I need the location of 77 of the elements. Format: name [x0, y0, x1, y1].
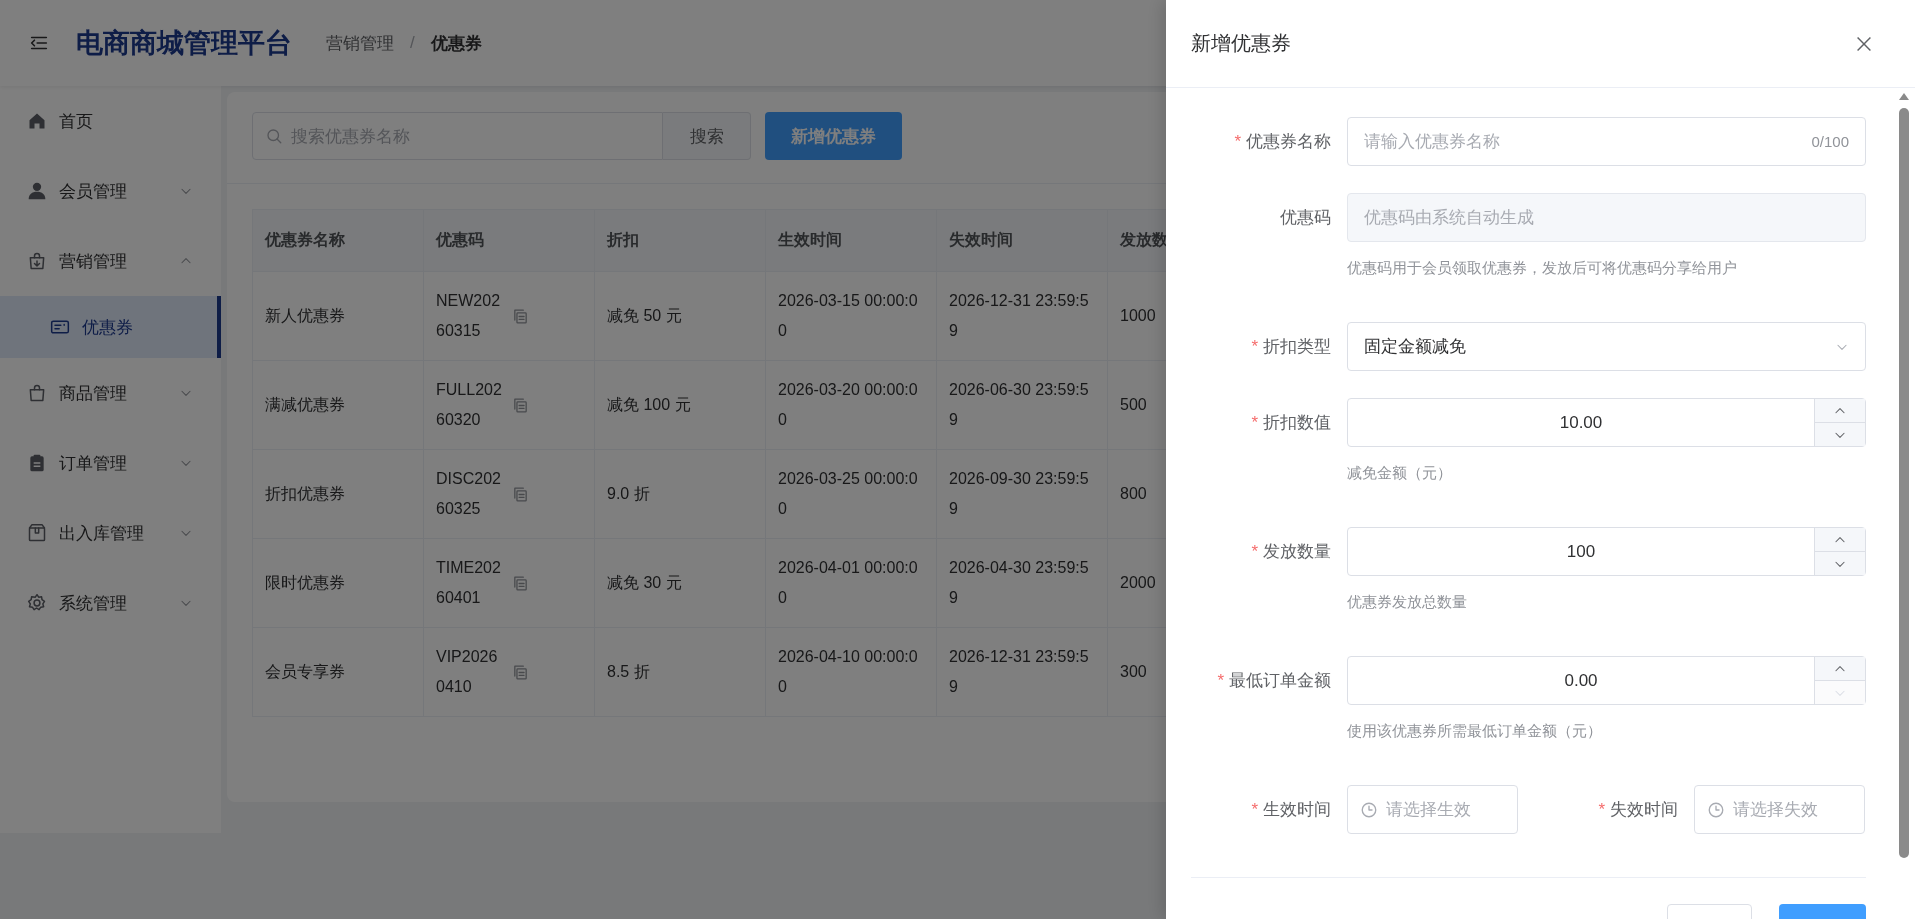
column-header: 折扣	[594, 209, 766, 272]
table-cell: 2026-12-31 23:59:59	[936, 271, 1108, 361]
table-cell: 会员专享券	[252, 627, 424, 717]
copy-icon	[512, 307, 529, 325]
table-cell: 满减优惠券	[252, 360, 424, 450]
table-cell: 8.5 折	[594, 627, 766, 717]
table-cell-text: VIP20260410	[436, 647, 499, 697]
copy-icon	[512, 574, 529, 592]
table-cell: 2026-03-15 00:00:00	[765, 271, 937, 361]
clipboard-icon	[27, 453, 47, 473]
copy-icon	[512, 485, 529, 503]
field-hint: 减免金额（元）	[1347, 463, 1453, 483]
table-cell-text: DISC20260325	[436, 469, 502, 519]
increment-button[interactable]	[1815, 657, 1865, 680]
menu-item[interactable]: 优惠券	[0, 296, 221, 358]
decrement-button[interactable]	[1815, 551, 1865, 575]
bag-icon	[27, 383, 47, 403]
bag-icon	[27, 251, 47, 271]
table-cell: 2026-03-20 00:00:00	[765, 360, 937, 450]
name-input[interactable]: 请输入优惠券名称 0/100	[1347, 117, 1866, 166]
clock-icon	[1707, 800, 1725, 819]
ticket-icon	[50, 317, 70, 337]
table-cell: 减免 100 元	[594, 360, 766, 450]
column-header: 失效时间	[936, 209, 1108, 272]
column-header: 优惠券名称	[252, 209, 424, 272]
table-cell: 9.0 折	[594, 449, 766, 539]
table-cell: 2026-04-10 00:00:00	[765, 627, 937, 717]
field-label: * 生效时间	[1250, 799, 1332, 821]
decrement-button[interactable]	[1815, 422, 1865, 446]
menu-item[interactable]: 订单管理	[0, 428, 221, 498]
table-cell: 2026-12-31 23:59:59	[936, 627, 1108, 717]
increment-button[interactable]	[1815, 528, 1865, 551]
table-cell: 减免 50 元	[594, 271, 766, 361]
table-cell: 折扣优惠券	[252, 449, 424, 539]
search-button[interactable]: 搜索	[663, 112, 751, 160]
column-header: 生效时间	[765, 209, 937, 272]
table-cell: 2026-04-01 00:00:00	[765, 538, 937, 628]
table-cell-text: TIME20260401	[436, 558, 502, 608]
field-label: 优惠码	[1279, 207, 1332, 229]
table-cell: 2026-03-25 00:00:00	[765, 449, 937, 539]
date-picker[interactable]: 请选择失效	[1694, 785, 1865, 834]
app-title: 电商商城管理平台	[76, 27, 292, 60]
drawer-title: 新增优惠券	[1191, 31, 1291, 56]
table-cell: 限时优惠券	[252, 538, 424, 628]
box-icon	[27, 523, 47, 543]
home-icon	[27, 111, 47, 131]
clock-icon	[1360, 800, 1378, 819]
table-cell: 新人优惠券	[252, 271, 424, 361]
copy-icon	[512, 663, 529, 681]
menu-item[interactable]: 出入库管理	[0, 498, 221, 568]
date-picker[interactable]: 请选择生效	[1347, 785, 1518, 834]
search-icon	[265, 127, 283, 145]
breadcrumb-item[interactable]: 营销管理	[326, 31, 394, 55]
table-cell: 2026-06-30 23:59:59	[936, 360, 1108, 450]
field-hint: 优惠券发放总数量	[1347, 592, 1468, 612]
field-label: * 优惠券名称	[1233, 131, 1332, 153]
menu-item[interactable]: 商品管理	[0, 358, 221, 428]
table-cell-text: NEW20260315	[436, 291, 502, 341]
table-cell-text: FULL20260320	[436, 380, 503, 430]
breadcrumb-separator: /	[410, 33, 415, 53]
menu-item[interactable]: 会员管理	[0, 156, 221, 226]
column-header: 优惠码	[423, 209, 595, 272]
copy-icon	[512, 396, 529, 414]
type-select[interactable]: 固定金额减免	[1347, 322, 1866, 371]
menu-item[interactable]: 系统管理	[0, 568, 221, 638]
menu-item[interactable]: 营销管理	[0, 226, 221, 296]
field-label: * 失效时间	[1597, 799, 1679, 821]
menu-item[interactable]: 首页	[0, 86, 221, 156]
table-cell: 减免 30 元	[594, 538, 766, 628]
user-icon	[27, 181, 47, 201]
field-hint: 优惠码用于会员领取优惠券，发放后可将优惠码分享给用户	[1347, 258, 1738, 278]
table-cell: 2026-09-30 23:59:59	[936, 449, 1108, 539]
increment-button[interactable]	[1815, 399, 1865, 422]
settings-icon	[27, 593, 47, 613]
breadcrumb-item: 优惠券	[430, 32, 482, 55]
table-cell: 2026-04-30 23:59:59	[936, 538, 1108, 628]
field-hint: 使用该优惠券所需最低订单金额（元）	[1347, 721, 1603, 741]
